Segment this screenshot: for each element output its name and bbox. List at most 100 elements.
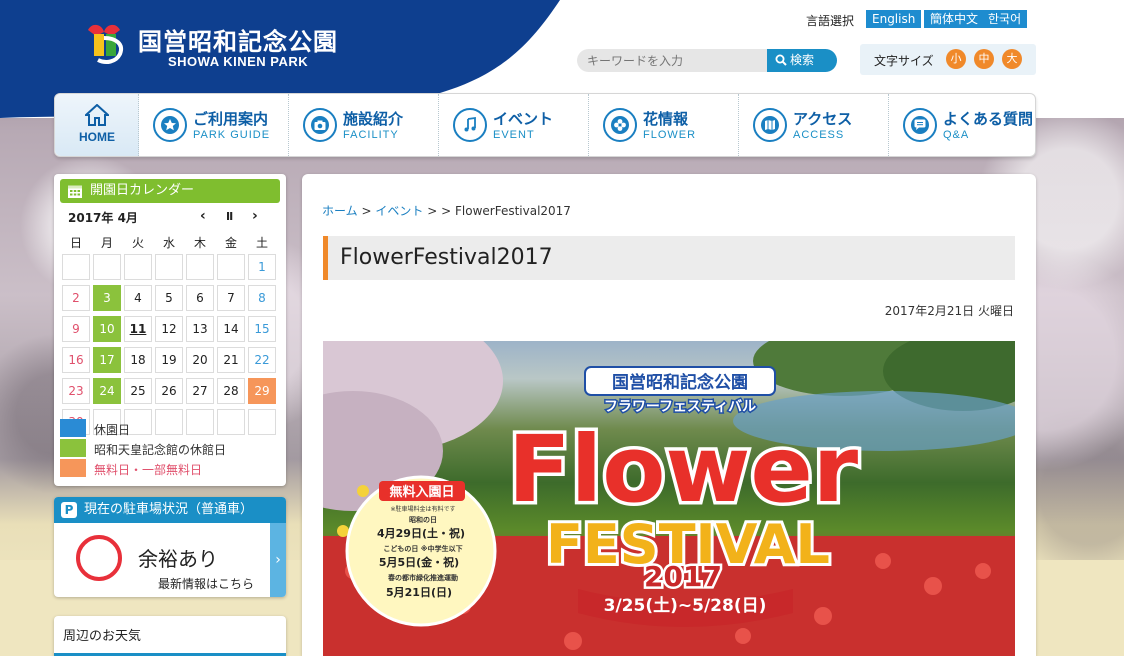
font-size-small-button[interactable]: 小 (946, 49, 966, 69)
calendar-day[interactable]: 25 (124, 378, 152, 404)
nav-faq[interactable]: よくある質問 Q&A (889, 94, 1035, 156)
park-logo-icon[interactable] (80, 18, 130, 68)
calendar-day[interactable]: 1 (248, 254, 276, 280)
calendar-pause-button[interactable]: Ⅱ (226, 210, 233, 223)
font-size-label: 文字サイズ (874, 54, 934, 68)
poster-day3-title: 春の都市緑化推進運動 (387, 573, 458, 582)
calendar-day[interactable]: 12 (155, 316, 183, 342)
nav-facility[interactable]: 施設紹介 FACILITY (289, 94, 439, 156)
search-icon (775, 54, 787, 66)
search-input[interactable] (577, 49, 769, 72)
calendar-day[interactable]: 2 (62, 285, 90, 311)
calendar-day[interactable]: 13 (186, 316, 214, 342)
page-title-box: FlowerFestival2017 (323, 236, 1015, 280)
calendar-legend-swatch (60, 419, 86, 437)
calendar-legend-label: 無料日・一部無料日 (94, 463, 203, 477)
calendar-weekday: 木 (193, 236, 206, 250)
calendar-legend-swatch (60, 439, 86, 457)
calendar-day[interactable]: 4 (124, 285, 152, 311)
poster-free-note: ※駐車場料金は有料です (390, 505, 455, 513)
calendar-day[interactable]: 6 (186, 285, 214, 311)
calendar-day[interactable]: 24 (93, 378, 121, 404)
nav-home-label: HOME (79, 130, 115, 144)
calendar-day[interactable]: 14 (217, 316, 245, 342)
calendar-day[interactable]: 7 (217, 285, 245, 311)
calendar-empty-cell (155, 254, 183, 280)
nav-access-label: アクセス (793, 110, 853, 128)
logo-title-jp[interactable]: 国営昭和記念公園 (138, 22, 338, 57)
poster-subtitle: フラワーフェスティバル (604, 399, 756, 415)
calendar-day[interactable]: 5 (155, 285, 183, 311)
festival-poster-artwork: 国営昭和記念公園 フラワーフェスティバル Flower FESTIVAL 201… (323, 341, 1015, 656)
font-size-large-button[interactable]: 大 (1002, 49, 1022, 69)
calendar-day[interactable]: 29 (248, 378, 276, 404)
parking-status-panel[interactable]: P 現在の駐車場状況（普通車） 余裕あり 最新情報はこちら › (54, 497, 286, 597)
calendar-weekday: 火 (131, 236, 144, 250)
lang-english-button[interactable]: English (866, 10, 922, 28)
calendar-day[interactable]: 18 (124, 347, 152, 373)
lang-korean-button[interactable]: 한국어 (982, 10, 1028, 28)
calendar-month: 2017年 4月 (68, 211, 138, 225)
calendar-day[interactable]: 26 (155, 378, 183, 404)
nav-flower-label: 花情報 (643, 110, 689, 128)
nav-event[interactable]: イベント EVENT (439, 94, 589, 156)
calendar-day[interactable]: 16 (62, 347, 90, 373)
home-icon (85, 104, 109, 126)
poster-free-title: 無料入園日 (389, 484, 454, 500)
lang-chinese-button[interactable]: 簡体中文 (924, 10, 985, 28)
language-label: 言語選択 (806, 14, 855, 28)
calendar-prev-button[interactable]: ‹ (200, 208, 206, 224)
nav-access-sublabel: ACCESS (793, 129, 845, 141)
calendar-next-button[interactable]: › (252, 208, 258, 224)
nav-event-sublabel: EVENT (493, 129, 535, 141)
camera-icon (303, 108, 337, 142)
calendar-day[interactable]: 10 (93, 316, 121, 342)
nav-home[interactable]: HOME (55, 94, 139, 156)
calendar-weekday: 土 (255, 236, 268, 250)
nav-park-guide[interactable]: ご利用案内 PARK GUIDE (139, 94, 289, 156)
nav-flower-sublabel: FLOWER (643, 129, 697, 141)
search-button[interactable]: 検索 (767, 49, 837, 72)
calendar-day[interactable]: 22 (248, 347, 276, 373)
search-button-label: 検索 (790, 53, 815, 67)
nav-park-guide-sublabel: PARK GUIDE (193, 129, 271, 141)
poster-flower-title: Flower (508, 416, 859, 523)
logo-title-en[interactable]: SHOWA KINEN PARK (168, 54, 308, 69)
parking-arrow-icon[interactable]: › (270, 523, 286, 597)
calendar-day[interactable]: 27 (186, 378, 214, 404)
calendar-day[interactable]: 23 (62, 378, 90, 404)
breadcrumb-home-link[interactable]: ホーム (322, 204, 358, 218)
calendar-legend-swatch (60, 459, 86, 477)
calendar-empty-cell (186, 254, 214, 280)
calendar-weekday: 金 (224, 236, 237, 250)
calendar-legend-row: 昭和天皇記念館の休館日 (60, 439, 280, 457)
star-icon (153, 108, 187, 142)
calendar-day[interactable]: 21 (217, 347, 245, 373)
breadcrumb-current: FlowerFestival2017 (454, 204, 571, 218)
font-size-switcher: 文字サイズ 小 中 大 (860, 44, 1036, 75)
poster-day3-date: 5月21日(日) (386, 586, 452, 599)
calendar-day[interactable]: 15 (248, 316, 276, 342)
calendar-legend-row: 無料日・一部無料日 (60, 459, 280, 477)
poster-year: 2017 (644, 560, 722, 593)
breadcrumb-separator: > (427, 204, 438, 218)
nav-flower[interactable]: 花情報 FLOWER (589, 94, 739, 156)
calendar-day[interactable]: 19 (155, 347, 183, 373)
calendar-weekday: 水 (162, 236, 175, 250)
festival-poster-image: 国営昭和記念公園 フラワーフェスティバル Flower FESTIVAL 201… (323, 341, 1015, 656)
poster-dates: 3/25(土)~5/28(日) (604, 595, 767, 616)
nav-event-label: イベント (493, 110, 554, 128)
calendar-day[interactable]: 9 (62, 316, 90, 342)
calendar-day[interactable]: 11 (124, 316, 152, 342)
calendar-day[interactable]: 28 (217, 378, 245, 404)
font-size-medium-button[interactable]: 中 (974, 49, 994, 69)
nav-access[interactable]: アクセス ACCESS (739, 94, 889, 156)
breadcrumb-event-link[interactable]: イベント (375, 204, 423, 218)
parking-more-link[interactable]: 最新情報はこちら (158, 575, 254, 592)
calendar-day[interactable]: 17 (93, 347, 121, 373)
nav-facility-sublabel: FACILITY (343, 129, 399, 141)
calendar-day[interactable]: 20 (186, 347, 214, 373)
poster-day1-title: 昭和の日 (409, 515, 437, 524)
calendar-day[interactable]: 8 (248, 285, 276, 311)
calendar-day[interactable]: 3 (93, 285, 121, 311)
